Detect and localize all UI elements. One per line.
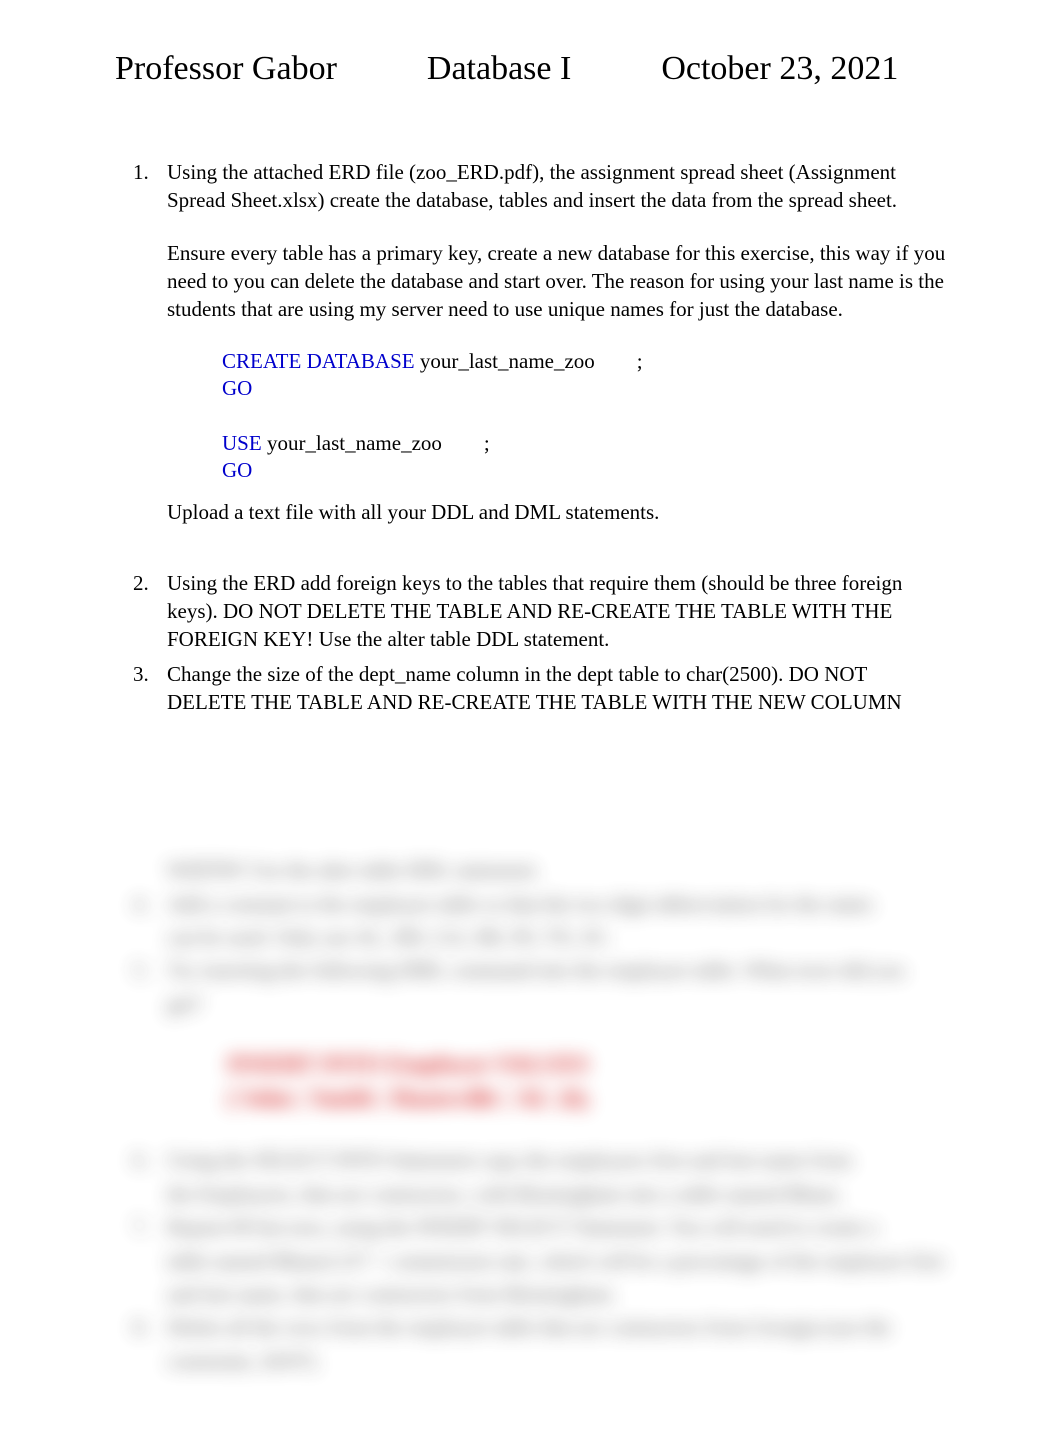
item2-text: Using the ERD add foreign keys to the ta… — [167, 571, 902, 652]
code-arg-2: your_last_name_zoo ; — [262, 431, 490, 455]
assignment-item-1: Using the attached ERD file (zoo_ERD.pdf… — [167, 158, 947, 527]
code-blank-line — [222, 402, 947, 429]
item1-intro: Using the attached ERD file (zoo_ERD.pdf… — [167, 158, 947, 215]
assignment-item-2: Using the ERD add foreign keys to the ta… — [167, 569, 947, 654]
sql-code-block: CREATE DATABASE your_last_name_zoo ; GO … — [222, 348, 947, 484]
keyword-create-database: CREATE DATABASE — [222, 349, 415, 373]
blurred-code-line: INSERT INTO Employee VALUES ('John','Smi… — [227, 1049, 947, 1116]
assignment-item-3: Change the size of the dept_name column … — [167, 660, 947, 717]
keyword-use: USE — [222, 431, 262, 455]
blurred-line: WIDTH! Use the alter table DDL statement… — [167, 856, 947, 885]
code-line-2: GO — [222, 375, 947, 402]
blurred-line: Using the SELECT INTO Statement copy the… — [167, 1146, 947, 1175]
upload-instruction: Upload a text file with all your DDL and… — [167, 498, 947, 526]
blurred-line: can be used. Only use AL, MS, GA, MI, IN… — [167, 923, 947, 952]
course-name: Database I — [427, 50, 571, 88]
blurred-line: Repeat #6 but now, using the INSERT SELE… — [167, 1213, 947, 1242]
code-arg-1: your_last_name_zoo ; — [415, 349, 643, 373]
document-header: Professor Gabor Database I October 23, 2… — [115, 50, 947, 88]
blurred-line: Try inserting the following DML command … — [167, 956, 947, 985]
item1-para2: Ensure every table has a primary key, cr… — [167, 239, 947, 324]
code-line-1: CREATE DATABASE your_last_name_zoo ; — [222, 348, 947, 375]
blurred-line: table named Bham2 (37 + commission rate,… — [167, 1247, 947, 1276]
code-line-3: USE your_last_name_zoo ; — [222, 430, 947, 457]
blurred-preview-section: WIDTH! Use the alter table DDL statement… — [115, 856, 947, 1376]
assignment-list: Using the attached ERD file (zoo_ERD.pdf… — [115, 158, 947, 716]
item3-text: Change the size of the dept_name column … — [167, 662, 902, 714]
blurred-line: constraint, 26/07). — [167, 1347, 947, 1376]
keyword-go-1: GO — [222, 376, 252, 400]
blurred-line: Add a constant to the employee table so … — [167, 890, 947, 919]
document-date: October 23, 2021 — [661, 50, 898, 88]
blurred-line: the Employees, that are contractors, wit… — [167, 1180, 947, 1209]
blurred-line: Delete all the rows from the employee ta… — [167, 1313, 947, 1342]
code-line-4: GO — [222, 457, 947, 484]
blurred-line: and last name, that are contractors from… — [167, 1280, 947, 1309]
blurred-line: get? — [167, 990, 947, 1019]
professor-name: Professor Gabor — [115, 50, 337, 88]
keyword-go-2: GO — [222, 458, 252, 482]
